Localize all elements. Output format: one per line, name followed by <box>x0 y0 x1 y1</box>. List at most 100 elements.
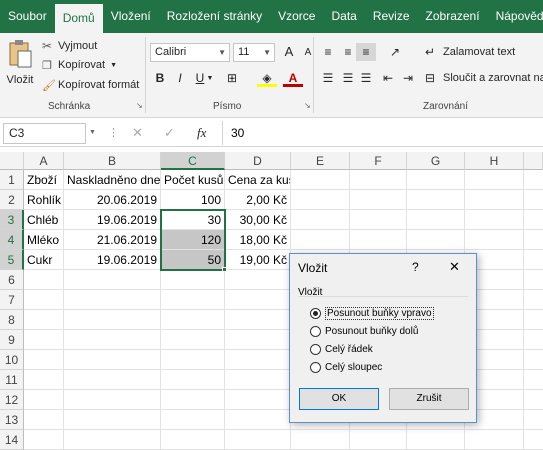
enter-icon[interactable]: ✓ <box>164 125 175 141</box>
formula-input[interactable]: 30 <box>231 126 244 140</box>
column-header[interactable]: D <box>225 152 291 170</box>
increase-indent-icon[interactable]: ⇥ <box>398 69 418 87</box>
grow-font-button[interactable]: A <box>279 43 299 61</box>
wrap-text-button[interactable]: ↵ Zalamovat text <box>425 45 515 59</box>
ok-button[interactable]: OK <box>299 388 379 410</box>
table-cell[interactable]: 30,00 Kč <box>225 210 291 230</box>
column-header[interactable]: G <box>407 152 465 170</box>
tab-formulas[interactable]: Vzorce <box>270 0 323 33</box>
row-header[interactable]: 13 <box>0 410 24 430</box>
radio-label: Celý řádek <box>325 343 373 355</box>
table-header-cell[interactable]: Cena za kus <box>225 170 291 190</box>
align-bottom-icon[interactable]: ≡ <box>356 43 376 61</box>
column-header[interactable]: B <box>64 152 161 170</box>
radio-button-checked[interactable] <box>310 307 321 319</box>
align-center-icon[interactable]: ☰ <box>338 69 358 87</box>
select-all-corner[interactable] <box>0 152 24 170</box>
tab-review[interactable]: Revize <box>365 0 418 33</box>
font-size-select[interactable]: 11 ▼ <box>233 43 275 62</box>
row-header[interactable]: 11 <box>0 370 24 390</box>
column-header[interactable]: C <box>161 152 225 170</box>
radio-button[interactable] <box>310 325 321 337</box>
cancel-button[interactable]: Zrušit <box>389 388 469 410</box>
shrink-font-button[interactable]: A <box>298 44 318 62</box>
tab-view[interactable]: Zobrazení <box>418 0 488 33</box>
decrease-indent-icon[interactable]: ⇤ <box>378 69 398 87</box>
row-header[interactable]: 12 <box>0 390 24 410</box>
paste-button[interactable]: Vložit <box>4 37 36 97</box>
bold-button[interactable]: B <box>150 69 170 87</box>
radio-button[interactable] <box>310 361 321 373</box>
table-header-cell[interactable]: Počet kusů <box>161 170 225 190</box>
row-header[interactable]: 10 <box>0 350 24 370</box>
row-header[interactable]: 5 <box>0 250 24 270</box>
fill-handle[interactable] <box>222 267 227 272</box>
table-cell[interactable]: 19.06.2019 <box>64 250 161 270</box>
table-cell[interactable]: 19,00 Kč <box>225 250 291 270</box>
borders-icon[interactable]: ⊞ <box>222 69 242 87</box>
column-header[interactable]: A <box>24 152 64 170</box>
copy-icon: ❐ <box>42 59 52 72</box>
radio-entire-column[interactable]: Celý sloupec <box>310 358 382 376</box>
column-header[interactable] <box>524 152 543 170</box>
help-icon[interactable]: ? <box>412 260 419 274</box>
table-cell[interactable]: Rohlík <box>24 190 64 210</box>
insert-function-icon[interactable]: fx <box>197 125 206 141</box>
align-right-icon[interactable]: ☰ <box>356 69 376 87</box>
dialog-launcher-icon[interactable]: ↘ <box>136 101 143 110</box>
column-header[interactable]: H <box>465 152 524 170</box>
table-cell[interactable]: 21.06.2019 <box>64 230 161 250</box>
name-box-dropdown-icon[interactable]: ▼ <box>89 129 96 136</box>
merge-center-button[interactable]: ⊟ Sloučit a zarovnat na <box>425 71 543 85</box>
table-cell[interactable]: 100 <box>161 190 225 210</box>
radio-shift-down[interactable]: Posunout buňky dolů <box>310 322 418 340</box>
table-cell[interactable]: 18,00 Kč <box>225 230 291 250</box>
copy-button[interactable]: ❐ Kopírovat ▼ <box>42 57 117 73</box>
column-header[interactable]: E <box>291 152 350 170</box>
cancel-icon[interactable]: ✕ <box>132 125 143 141</box>
radio-button[interactable] <box>310 343 321 355</box>
row-header[interactable]: 2 <box>0 190 24 210</box>
fill-color-icon[interactable]: ◈ <box>257 69 277 87</box>
row-header[interactable]: 9 <box>0 330 24 350</box>
merge-center-label: Sloučit a zarovnat na <box>443 72 543 84</box>
table-cell[interactable]: Chléb <box>24 210 64 230</box>
underline-dropdown[interactable]: ▼ <box>205 70 215 88</box>
align-top-icon[interactable]: ≡ <box>318 43 338 61</box>
row-header[interactable]: 3 <box>0 210 24 230</box>
tab-home[interactable]: Domů <box>54 4 103 33</box>
table-cell[interactable]: 20.06.2019 <box>64 190 161 210</box>
font-color-button[interactable]: A <box>283 69 303 87</box>
tab-help[interactable]: Nápověda <box>488 0 543 33</box>
row-header[interactable]: 14 <box>0 430 24 450</box>
format-painter-button[interactable]: 🖌 Kopírovat formát <box>42 77 139 93</box>
tab-data[interactable]: Data <box>323 0 364 33</box>
row-header[interactable]: 6 <box>0 270 24 290</box>
orientation-icon[interactable]: ↗ <box>385 43 405 61</box>
row-header[interactable]: 1 <box>0 170 24 190</box>
italic-button[interactable]: I <box>170 69 190 87</box>
tab-insert[interactable]: Vložení <box>103 0 159 33</box>
close-icon[interactable]: ✕ <box>449 259 460 275</box>
tab-page-layout[interactable]: Rozložení stránky <box>159 0 270 33</box>
table-header-cell[interactable]: Naskladněno dne <box>64 170 161 190</box>
align-middle-icon[interactable]: ≡ <box>338 43 358 61</box>
table-cell[interactable]: Mléko <box>24 230 64 250</box>
cut-button[interactable]: ✂ Vyjmout <box>42 38 97 54</box>
dialog-launcher-icon[interactable]: ↘ <box>304 101 311 110</box>
row-header[interactable]: 8 <box>0 310 24 330</box>
align-left-icon[interactable]: ☰ <box>318 69 338 87</box>
row-header[interactable]: 4 <box>0 230 24 250</box>
table-cell[interactable]: 2,00 Kč <box>225 190 291 210</box>
radio-entire-row[interactable]: Celý řádek <box>310 340 373 358</box>
table-header-cell[interactable]: Zboží <box>24 170 64 190</box>
radio-shift-right[interactable]: Posunout buňky vpravo <box>310 304 434 322</box>
tab-file[interactable]: Soubor <box>0 0 55 33</box>
table-cell[interactable]: Cukr <box>24 250 64 270</box>
row-header[interactable]: 7 <box>0 290 24 310</box>
font-name-select[interactable]: Calibri ▼ <box>150 43 230 62</box>
ribbon-tabs: Soubor Domů Vložení Rozložení stránky Vz… <box>0 0 543 33</box>
table-cell[interactable]: 19.06.2019 <box>64 210 161 230</box>
column-header[interactable]: F <box>350 152 407 170</box>
name-box[interactable]: C3 <box>3 123 86 144</box>
